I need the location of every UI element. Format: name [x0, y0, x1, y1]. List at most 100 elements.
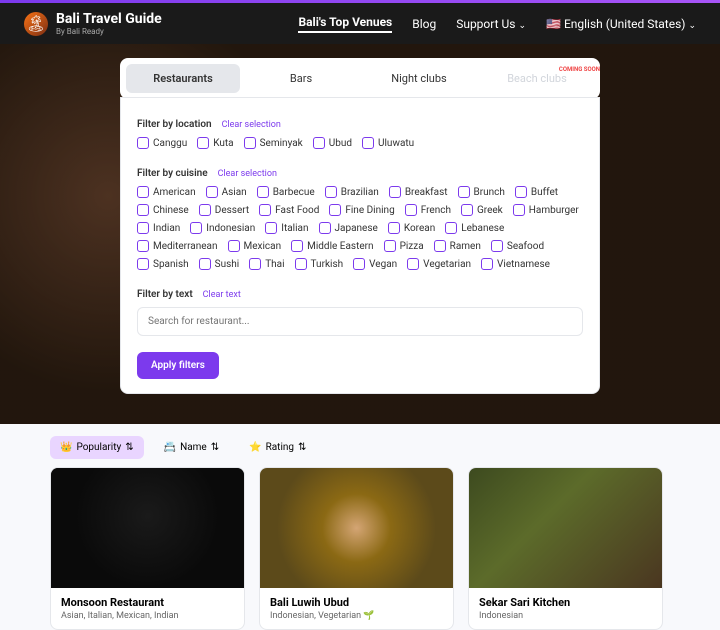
venue-title: Monsoon Restaurant	[61, 596, 234, 609]
checkbox-icon	[407, 258, 419, 270]
checkbox-label: Uluwatu	[378, 138, 414, 149]
coming-soon-badge: COMING SOON	[559, 66, 600, 73]
checkbox-location-canggu[interactable]: Canggu	[137, 137, 187, 149]
checkbox-icon	[458, 186, 470, 198]
checkbox-label: Canggu	[153, 138, 187, 149]
venue-title: Bali Luwih Ubud	[270, 596, 443, 609]
checkbox-icon	[257, 186, 269, 198]
nav-language[interactable]: 🇺🇸 English (United States) ⌄	[546, 17, 696, 31]
checkbox-cuisine-american[interactable]: American	[137, 186, 196, 198]
nav-support[interactable]: Support Us ⌄	[456, 17, 526, 31]
checkbox-location-kuta[interactable]: Kuta	[197, 137, 233, 149]
search-input[interactable]	[137, 307, 583, 336]
checkbox-icon	[445, 222, 457, 234]
checkbox-location-ubud[interactable]: Ubud	[313, 137, 352, 149]
checkbox-icon	[137, 204, 149, 216]
tab-night-clubs[interactable]: Night clubs	[362, 64, 476, 93]
checkbox-label: Turkish	[311, 259, 344, 270]
checkbox-label: Lebanese	[461, 223, 504, 234]
checkbox-label: Hamburger	[529, 205, 579, 216]
checkbox-icon	[362, 137, 374, 149]
checkbox-cuisine-sushi[interactable]: Sushi	[199, 258, 240, 270]
checkbox-cuisine-hamburger[interactable]: Hamburger	[513, 204, 579, 216]
checkbox-cuisine-korean[interactable]: Korean	[388, 222, 435, 234]
checkbox-cuisine-brazilian[interactable]: Brazilian	[325, 186, 379, 198]
nav-venues[interactable]: Bali's Top Venues	[298, 15, 392, 33]
checkbox-icon	[199, 204, 211, 216]
checkbox-cuisine-vietnamese[interactable]: Vietnamese	[481, 258, 550, 270]
checkbox-icon	[291, 240, 303, 252]
checkbox-icon	[491, 240, 503, 252]
checkbox-cuisine-thai[interactable]: Thai	[249, 258, 284, 270]
checkbox-icon	[259, 204, 271, 216]
checkbox-cuisine-italian[interactable]: Italian	[265, 222, 308, 234]
checkbox-icon	[228, 240, 240, 252]
checkbox-cuisine-greek[interactable]: Greek	[461, 204, 503, 216]
checkbox-label: Indonesian	[206, 223, 255, 234]
sort-name[interactable]: 📇 Name ⇅	[154, 436, 230, 459]
checkbox-cuisine-breakfast[interactable]: Breakfast	[389, 186, 448, 198]
tab-restaurants[interactable]: Restaurants	[126, 64, 240, 93]
sort-bar: 👑 Popularity ⇅ 📇 Name ⇅ ⭐ Rating ⇅	[0, 424, 720, 467]
chevron-down-icon: ⌄	[518, 21, 526, 31]
checkbox-label: Buffet	[531, 187, 558, 198]
clear-location-link[interactable]: Clear selection	[222, 120, 281, 130]
checkbox-label: Ubud	[329, 138, 352, 149]
checkbox-cuisine-pizza[interactable]: Pizza	[384, 240, 424, 252]
sort-rating[interactable]: ⭐ Rating ⇅	[239, 436, 316, 459]
checkbox-location-uluwatu[interactable]: Uluwatu	[362, 137, 414, 149]
checkbox-label: Fast Food	[275, 205, 319, 216]
apply-filters-button[interactable]: Apply filters	[137, 352, 219, 379]
checkbox-cuisine-spanish[interactable]: Spanish	[137, 258, 189, 270]
checkbox-icon	[384, 240, 396, 252]
checkbox-cuisine-fast-food[interactable]: Fast Food	[259, 204, 319, 216]
checkbox-cuisine-mediterranean[interactable]: Mediterranean	[137, 240, 218, 252]
checkbox-cuisine-seafood[interactable]: Seafood	[491, 240, 544, 252]
checkbox-cuisine-buffet[interactable]: Buffet	[515, 186, 558, 198]
checkbox-cuisine-brunch[interactable]: Brunch	[458, 186, 505, 198]
venue-card[interactable]: Sekar Sari KitchenIndonesian	[468, 467, 663, 630]
checkbox-label: Brazilian	[341, 187, 379, 198]
site-title: Bali Travel Guide	[56, 11, 162, 27]
checkbox-label: Vietnamese	[497, 259, 550, 270]
clear-cuisine-link[interactable]: Clear selection	[218, 169, 277, 179]
checkbox-cuisine-chinese[interactable]: Chinese	[137, 204, 189, 216]
checkbox-cuisine-vegan[interactable]: Vegan	[353, 258, 397, 270]
checkbox-cuisine-japanese[interactable]: Japanese	[319, 222, 378, 234]
checkbox-cuisine-french[interactable]: French	[405, 204, 451, 216]
nav-blog[interactable]: Blog	[412, 17, 436, 31]
checkbox-location-seminyak[interactable]: Seminyak	[244, 137, 303, 149]
checkbox-icon	[137, 240, 149, 252]
checkbox-cuisine-fine-dining[interactable]: Fine Dining	[329, 204, 394, 216]
sort-popularity[interactable]: 👑 Popularity ⇅	[50, 436, 144, 459]
checkbox-cuisine-mexican[interactable]: Mexican	[228, 240, 282, 252]
checkbox-cuisine-vegetarian[interactable]: Vegetarian	[407, 258, 471, 270]
checkbox-cuisine-lebanese[interactable]: Lebanese	[445, 222, 504, 234]
venue-card[interactable]: Bali Luwih UbudIndonesian, Vegetarian 🌱	[259, 467, 454, 630]
venue-card[interactable]: Monsoon RestaurantAsian, Italian, Mexica…	[50, 467, 245, 630]
checkbox-cuisine-indonesian[interactable]: Indonesian	[190, 222, 255, 234]
checkbox-cuisine-ramen[interactable]: Ramen	[434, 240, 481, 252]
checkbox-cuisine-asian[interactable]: Asian	[206, 186, 247, 198]
tab-bars[interactable]: Bars	[244, 64, 358, 93]
checkbox-cuisine-barbecue[interactable]: Barbecue	[257, 186, 315, 198]
checkbox-icon	[388, 222, 400, 234]
checkbox-icon	[199, 258, 211, 270]
clear-text-link[interactable]: Clear text	[203, 290, 241, 300]
venue-image	[260, 468, 453, 588]
chevron-down-icon: ⌄	[688, 21, 696, 31]
checkbox-cuisine-indian[interactable]: Indian	[137, 222, 180, 234]
checkbox-label: Dessert	[215, 205, 249, 216]
checkbox-cuisine-dessert[interactable]: Dessert	[199, 204, 249, 216]
checkbox-icon	[244, 137, 256, 149]
checkbox-label: French	[421, 205, 451, 216]
checkbox-cuisine-turkish[interactable]: Turkish	[295, 258, 344, 270]
main-header: 🏝 Bali Travel Guide By Bali Ready Bali's…	[0, 3, 720, 44]
checkbox-icon	[325, 186, 337, 198]
checkbox-label: Vegan	[369, 259, 397, 270]
checkbox-label: Kuta	[213, 138, 233, 149]
checkbox-cuisine-middle-eastern[interactable]: Middle Eastern	[291, 240, 373, 252]
checkbox-label: Seminyak	[260, 138, 303, 149]
checkbox-icon	[319, 222, 331, 234]
venue-image	[51, 468, 244, 588]
